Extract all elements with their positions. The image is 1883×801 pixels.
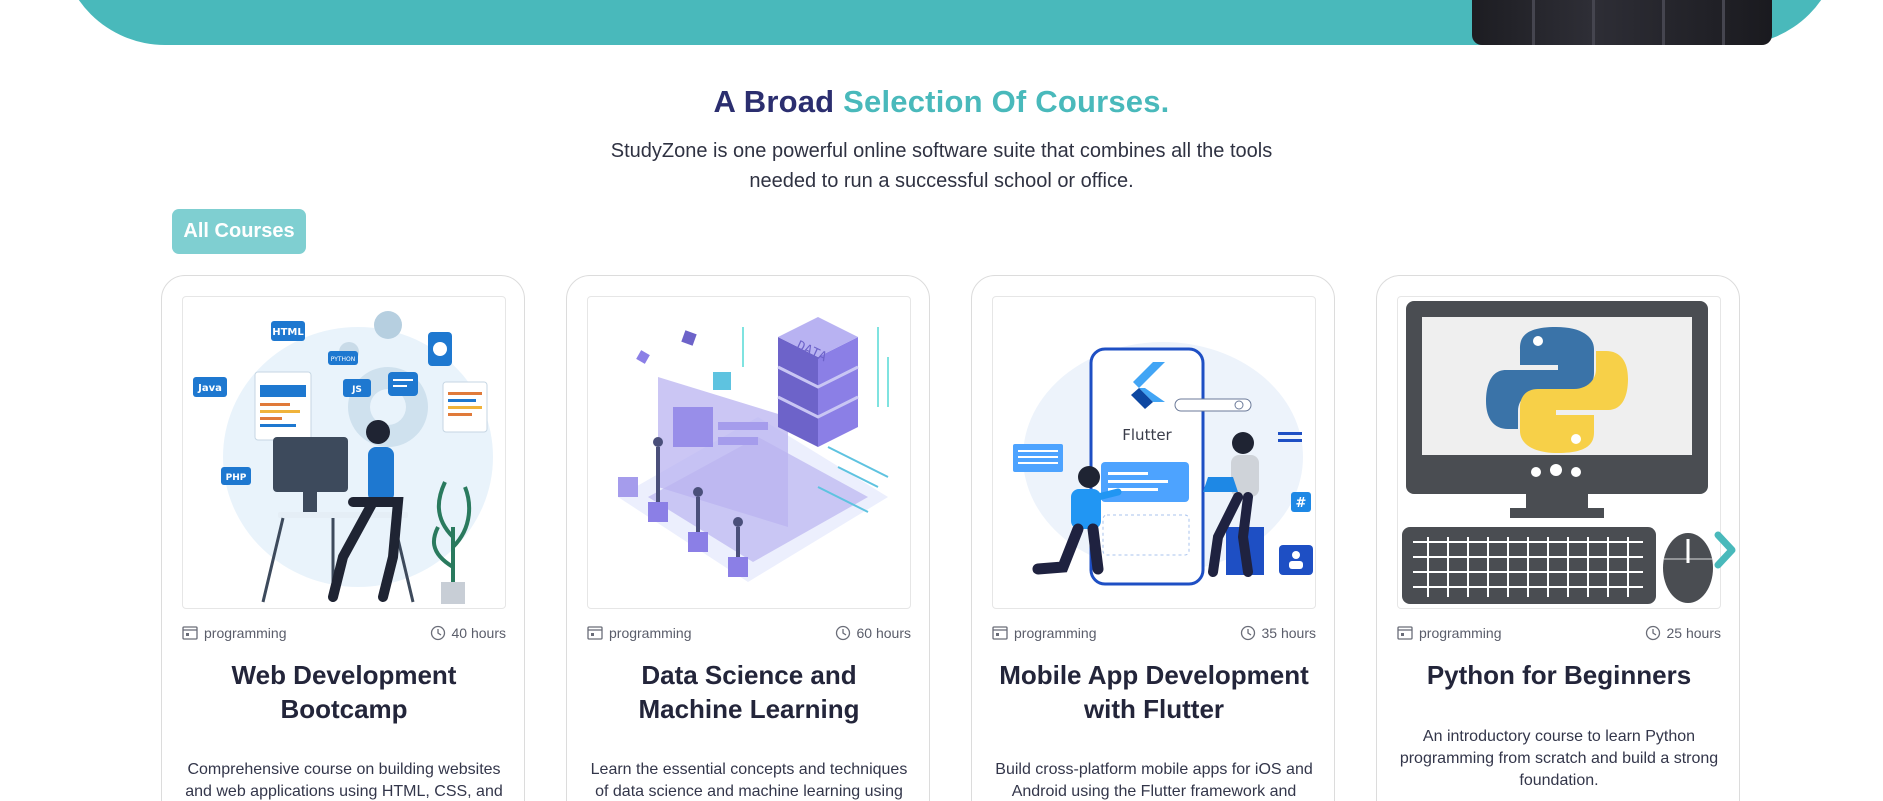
course-category: programming (182, 625, 286, 641)
course-duration: 60 hours (835, 625, 911, 641)
course-category-label: programming (1419, 625, 1502, 641)
svg-text:HTML: HTML (272, 327, 304, 338)
course-thumbnail-web-development: HTML Java PYTHON JS PHP (182, 296, 506, 609)
course-category: programming (992, 625, 1096, 641)
course-thumbnail-data-science: DATA (587, 296, 911, 609)
course-description: Learn the essential concepts and techniq… (590, 761, 908, 800)
chevron-right-icon (1714, 531, 1736, 569)
course-category-label: programming (204, 625, 287, 641)
course-duration: 40 hours (430, 625, 506, 641)
category-icon (992, 626, 1008, 640)
category-icon (587, 626, 603, 640)
courses-section-header: A Broad Selection Of Courses. StudyZone … (0, 84, 1883, 196)
svg-text:Java: Java (197, 383, 222, 394)
carousel-next-button[interactable] (1712, 530, 1740, 570)
course-category: programming (1397, 625, 1501, 641)
course-duration: 35 hours (1240, 625, 1316, 641)
category-icon (1397, 626, 1413, 640)
clock-icon (430, 625, 445, 641)
section-subtitle: StudyZone is one powerful online softwar… (610, 140, 1273, 192)
course-card[interactable]: DATA programming 60 hours Data Science a… (566, 275, 930, 801)
section-title-part2: Selection Of Courses. (843, 84, 1170, 119)
all-courses-filter-button[interactable]: All Courses (172, 209, 306, 254)
hero-person-photo (1472, 0, 1772, 45)
course-duration-label: 25 hours (1666, 625, 1721, 641)
svg-text:#: # (1296, 496, 1307, 511)
course-description: Build cross-platform mobile apps for iOS… (995, 761, 1313, 800)
course-duration-label: 35 hours (1261, 625, 1316, 641)
course-category-label: programming (609, 625, 692, 641)
course-duration-label: 40 hours (451, 625, 506, 641)
course-meta: programming 60 hours (587, 623, 911, 643)
course-duration-label: 60 hours (856, 625, 911, 641)
svg-text:PYTHON: PYTHON (331, 356, 356, 363)
course-duration: 25 hours (1645, 625, 1721, 641)
course-card[interactable]: Flutter # programming 35 hours Mobile Ap… (971, 275, 1335, 801)
course-category-label: programming (1014, 625, 1097, 641)
course-meta: programming 25 hours (1397, 623, 1721, 643)
course-card[interactable]: HTML Java PYTHON JS PHP programming 40 h… (161, 275, 525, 801)
svg-text:PHP: PHP (226, 473, 247, 483)
clock-icon (1645, 625, 1660, 641)
course-title[interactable]: Mobile App Development with Flutter (992, 658, 1316, 726)
course-title[interactable]: Data Science and Machine Learning (587, 658, 911, 726)
svg-text:Flutter: Flutter (1122, 426, 1172, 444)
clock-icon (1240, 625, 1255, 641)
course-category: programming (587, 625, 691, 641)
section-title: A Broad Selection Of Courses. (0, 84, 1883, 120)
clock-icon (835, 625, 850, 641)
course-thumbnail-python (1397, 296, 1721, 609)
course-description: An introductory course to learn Python p… (1399, 728, 1719, 789)
category-icon (182, 626, 198, 640)
course-meta: programming 35 hours (992, 623, 1316, 643)
svg-text:JS: JS (351, 385, 362, 395)
section-title-part1: A Broad (713, 84, 835, 119)
course-description: Comprehensive course on building website… (185, 761, 503, 800)
course-meta: programming 40 hours (182, 623, 506, 643)
course-thumbnail-flutter: Flutter # (992, 296, 1316, 609)
course-card[interactable]: programming 25 hours Python for Beginner… (1376, 275, 1740, 801)
course-title[interactable]: Web Development Bootcamp (182, 658, 506, 726)
course-title[interactable]: Python for Beginners (1397, 658, 1721, 692)
